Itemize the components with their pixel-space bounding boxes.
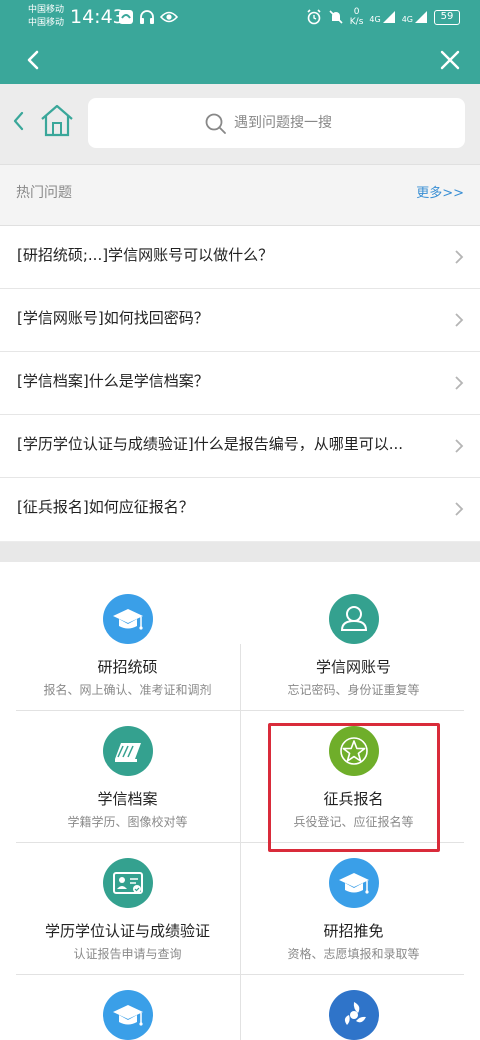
more-link[interactable]: 更多>> [416,182,464,201]
pinwheel-icon [328,990,379,1040]
hot-questions-header: 热门问题 更多>> [0,164,480,226]
system-icons: 0 K/s 4G 4G 59 [306,7,460,27]
question-text: [学信网账号]如何找回密码？ [17,309,209,327]
section-divider [0,542,480,562]
service-partial-left[interactable] [15,990,240,1040]
service-title: 研招推免 [323,922,384,940]
question-text: [学信档案]什么是学信档案？ [17,372,209,390]
net-speed-value: 0 [353,7,360,17]
service-subtitle: 报名、网上确认、准考证和调剂 [43,683,212,697]
alarm-icon [307,9,321,25]
close-icon[interactable] [438,48,462,72]
chevron-left-icon[interactable] [10,110,28,132]
service-tuimian[interactable]: 研招推免 资格、志愿填报和录取等 [241,858,466,962]
signal-2: 4G [402,10,428,24]
notification-icons [118,9,178,25]
list-item[interactable]: [学信网账号]如何找回密码？ [0,289,480,352]
service-partial-right[interactable] [241,990,466,1040]
certificate-icon [102,858,153,908]
service-subtitle: 学籍学历、图像校对等 [67,815,188,829]
service-xuexin-account[interactable]: 学信网账号 忘记密码、身份证重复等 [241,594,466,698]
search-icon [205,113,226,134]
question-list: [研招统硕;...]学信网账号可以做什么？ [学信网账号]如何找回密码？ [学信… [0,226,480,541]
signal-2-label: 4G [401,15,413,24]
list-item[interactable]: [学信档案]什么是学信档案？ [0,352,480,415]
service-subtitle: 认证报告申请与查询 [73,947,182,961]
hot-questions-title: 热门问题 [16,185,72,201]
signal-1: 4G [369,10,395,24]
question-text: [征兵报名]如何应征报名？ [17,498,194,516]
service-subtitle: 资格、志愿填报和录取等 [287,947,420,961]
signal-1-label: 4G [369,15,381,24]
service-certification[interactable]: 学历学位认证与成绩验证 认证报告申请与查询 [15,858,240,962]
files-icon [102,726,153,776]
top-nav-bar [0,36,480,84]
user-icon [328,594,379,644]
chevron-right-icon [455,376,464,390]
search-row: 遇到问题搜一搜 [0,84,480,164]
service-title: 学信网账号 [315,658,391,676]
carrier-1: 中国移动 [28,5,65,15]
service-yanzhao[interactable]: 研招统硕 报名、网上确认、准考证和调剂 [15,594,240,698]
carrier-2: 中国移动 [28,18,65,28]
chevron-right-icon [455,439,464,453]
headphones-icon [140,10,154,24]
net-speed-unit: K/s [349,17,364,27]
app-notification-icon [119,10,133,24]
search-placeholder: 遇到问题搜一搜 [234,115,332,131]
back-arrow-icon[interactable] [22,48,46,72]
net-speed: 0 K/s [350,7,364,27]
service-zhengbing[interactable]: 征兵报名 兵役登记、应征报名等 [241,726,466,830]
service-title: 学历学位认证与成绩验证 [44,922,210,940]
list-item[interactable]: [征兵报名]如何应征报名？ [0,478,480,541]
list-item[interactable]: [学历学位认证与成绩验证]什么是报告编号，从哪里可以... [0,415,480,478]
clock: 14:43 [70,6,125,28]
grid-divider [16,974,464,975]
star-icon [328,726,379,776]
search-input[interactable]: 遇到问题搜一搜 [88,98,465,148]
service-title: 征兵报名 [323,790,384,808]
status-bar: 中国移动 中国移动 14:43 0 K/s 4G 4G 59 [0,0,480,36]
service-xuexin-archive[interactable]: 学信档案 学籍学历、图像校对等 [15,726,240,830]
signal-bars-icon [382,11,395,23]
service-title: 研招统硕 [97,658,158,676]
grid-divider [16,842,464,843]
question-text: [学历学位认证与成绩验证]什么是报告编号，从哪里可以... [17,435,404,453]
service-title: 学信档案 [97,790,158,808]
chevron-right-icon [455,502,464,516]
list-item[interactable]: [研招统硕;...]学信网账号可以做什么？ [0,226,480,289]
question-text: [研招统硕;...]学信网账号可以做什么？ [17,246,274,264]
eye-icon [160,11,178,23]
battery-indicator: 59 [434,9,460,25]
chevron-right-icon [455,250,464,264]
service-subtitle: 忘记密码、身份证重复等 [287,683,420,697]
graduation-cap-icon [102,594,153,644]
service-grid: 研招统硕 报名、网上确认、准考证和调剂 学信网账号 忘记密码、身份证重复等 学信… [0,562,480,1040]
mute-icon [329,10,343,24]
graduation-cap-icon [328,858,379,908]
home-icon[interactable] [38,102,76,138]
grid-divider [16,710,464,711]
chevron-right-icon [455,313,464,327]
signal-bars-icon [415,11,427,23]
carrier-labels: 中国移动 中国移动 [28,4,64,30]
graduation-cap-icon [102,990,153,1040]
service-subtitle: 兵役登记、应征报名等 [293,815,414,829]
